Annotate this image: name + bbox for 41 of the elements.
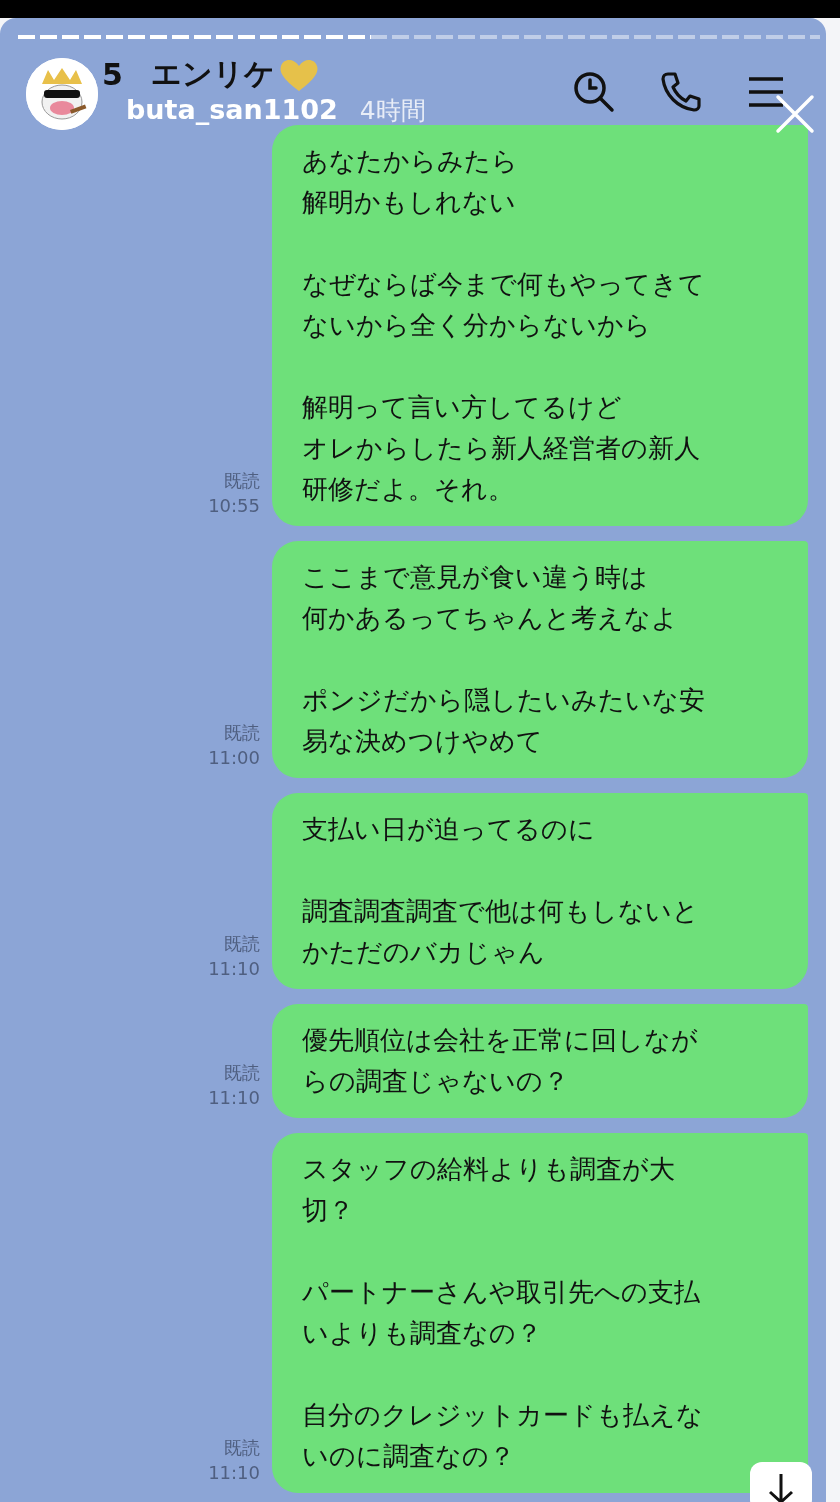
message-line: 研修だよ。それ。 (302, 473, 515, 506)
message-line: 自分のクレジットカードも払えな (302, 1399, 704, 1432)
message-line: ここまで意見が食い違う時は (302, 561, 649, 594)
message-line: ないから全く分からないから (302, 309, 652, 342)
message-time: 10:55 (208, 494, 260, 518)
message-line: らの調査じゃないの？ (302, 1065, 570, 1098)
chat-name: エンリケ (150, 55, 275, 93)
message-line: なぜならば今まで何もやってきて (302, 268, 706, 301)
read-receipt: 既読 (224, 932, 260, 956)
message-line: 解明かもしれない (302, 186, 517, 219)
message-line: 支払い日が迫ってるのに (302, 813, 596, 846)
message-line: いのに調査なの？ (302, 1440, 516, 1473)
message-time: 11:10 (208, 957, 260, 981)
read-receipt: 既読 (224, 1061, 260, 1085)
story-time: 4時間 (359, 95, 426, 127)
search-icon[interactable] (572, 70, 616, 114)
message-line: オレからしたら新人経営者の新人 (302, 432, 701, 465)
message-line: 易な決めつけやめて (302, 725, 544, 758)
story-username[interactable]: buta_san1102 (126, 94, 338, 125)
message-line: パートナーさんや取引先への支払 (302, 1276, 701, 1309)
message-line: かただのバカじゃん (302, 936, 546, 969)
message-line: 優先順位は会社を正常に回しなが (302, 1024, 699, 1057)
scroll-down-button[interactable] (750, 1462, 812, 1502)
avatar (26, 58, 98, 130)
message-time: 11:00 (208, 746, 260, 770)
message-line: 調査調査調査で他は何もしないと (302, 895, 700, 928)
message-time: 11:10 (208, 1461, 260, 1485)
read-receipt: 既読 (224, 721, 260, 745)
read-receipt: 既読 (224, 1436, 260, 1460)
message-line: 何かあるってちゃんと考えなよ (302, 602, 679, 635)
menu-icon[interactable] (747, 76, 785, 108)
message-line: あなたからみたら (302, 145, 519, 178)
read-receipt: 既読 (224, 469, 260, 493)
phone-icon[interactable] (660, 70, 702, 112)
message-line: いよりも調査なの？ (302, 1317, 543, 1350)
unread-count: 5 (102, 57, 123, 92)
message-line: 解明って言い方してるけど (302, 391, 623, 424)
message-line: スタッフの給料よりも調査が大 (302, 1153, 676, 1186)
message-line: 切？ (302, 1194, 355, 1227)
message-time: 11:10 (208, 1086, 260, 1110)
message-line: ポンジだから隠したいみたいな安 (302, 684, 706, 717)
